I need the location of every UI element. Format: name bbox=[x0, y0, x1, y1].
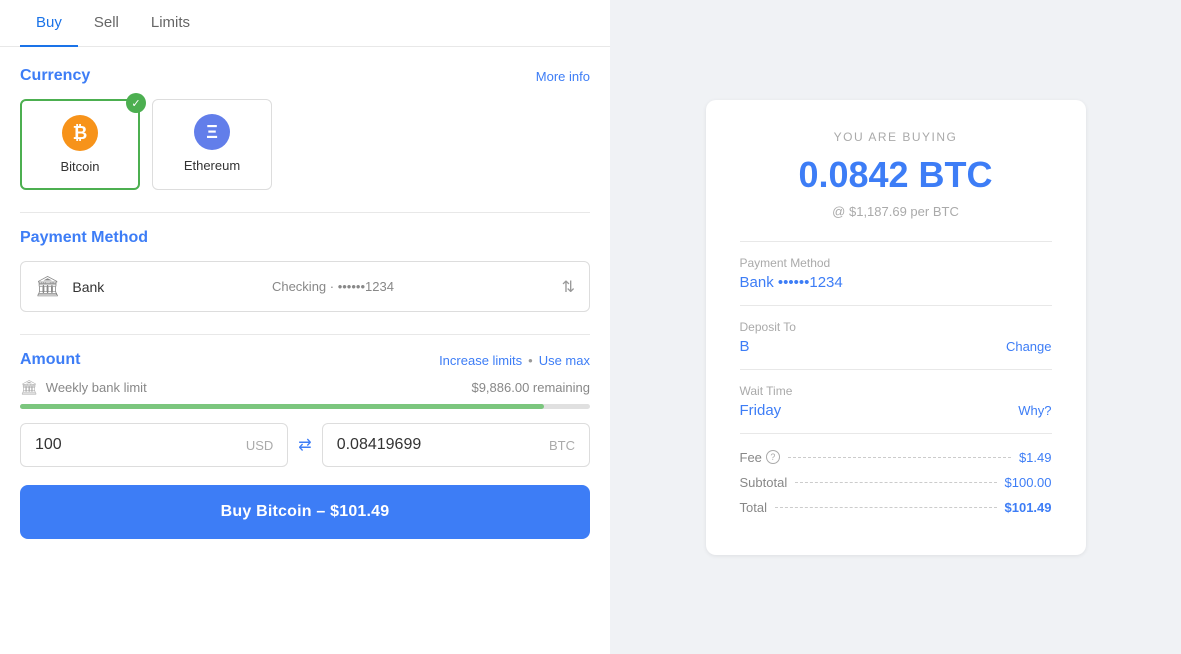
payment-section-header: Payment Method bbox=[20, 229, 590, 247]
btc-currency-label: BTC bbox=[549, 438, 575, 453]
tabs-container: Buy Sell Limits bbox=[0, 0, 610, 47]
left-content: Currency More info ✓ ₿ Bitcoin Ξ Ethereu… bbox=[0, 47, 610, 654]
bank-icon: 🏛 bbox=[35, 274, 60, 299]
wait-time-value: Friday bbox=[740, 402, 782, 419]
limit-left: 🏛 Weekly bank limit bbox=[20, 379, 147, 396]
payment-method-row-value: Bank ••••••1234 bbox=[740, 274, 1052, 291]
fee-row: Fee ? $1.49 bbox=[740, 450, 1052, 465]
tab-buy[interactable]: Buy bbox=[20, 0, 78, 47]
tab-limits[interactable]: Limits bbox=[135, 0, 206, 47]
amount-inputs: USD ⇄ BTC bbox=[20, 423, 590, 467]
currency-card-bitcoin[interactable]: ✓ ₿ Bitcoin bbox=[20, 99, 140, 190]
currency-title: Currency bbox=[20, 67, 90, 85]
subtotal-label: Subtotal bbox=[740, 475, 788, 490]
bitcoin-icon: ₿ bbox=[62, 115, 98, 151]
payment-method-row-label: Payment Method bbox=[740, 256, 1052, 270]
order-card: YOU ARE BUYING 0.0842 BTC @ $1,187.69 pe… bbox=[706, 100, 1086, 555]
amount-section: Amount Increase limits • Use max 🏛 Weekl… bbox=[20, 351, 590, 467]
payment-method-value: Bank ••••••1234 bbox=[740, 274, 843, 291]
wait-time-row-label: Wait Time bbox=[740, 384, 1052, 398]
tab-sell[interactable]: Sell bbox=[78, 0, 135, 47]
weekly-bank-limit-label: Weekly bank limit bbox=[46, 380, 147, 395]
order-divider-1 bbox=[740, 241, 1052, 242]
you-are-buying-label: YOU ARE BUYING bbox=[740, 130, 1052, 144]
ethereum-icon: Ξ bbox=[194, 114, 230, 150]
amount-section-header: Amount Increase limits • Use max bbox=[20, 351, 590, 369]
btc-input-box[interactable]: BTC bbox=[322, 423, 590, 467]
fee-label: Fee ? bbox=[740, 450, 780, 465]
dropdown-arrows-icon: ⇅ bbox=[562, 277, 575, 297]
total-value: $101.49 bbox=[1005, 500, 1052, 515]
use-max-link[interactable]: Use max bbox=[539, 353, 590, 368]
left-panel: Buy Sell Limits Currency More info ✓ ₿ B… bbox=[0, 0, 610, 654]
divider-payment bbox=[20, 334, 590, 335]
order-payment-row: Payment Method Bank ••••••1234 bbox=[740, 256, 1052, 291]
order-divider-2 bbox=[740, 305, 1052, 306]
usd-input[interactable] bbox=[35, 436, 240, 454]
progress-bar bbox=[20, 404, 590, 409]
deposit-to-row-value: B Change bbox=[740, 338, 1052, 355]
currency-cards: ✓ ₿ Bitcoin Ξ Ethereum bbox=[20, 99, 590, 190]
usd-currency-label: USD bbox=[246, 438, 273, 453]
dot-separator: • bbox=[528, 353, 533, 368]
usd-input-box[interactable]: USD bbox=[20, 423, 288, 467]
more-info-link[interactable]: More info bbox=[536, 69, 590, 84]
amount-title: Amount bbox=[20, 351, 80, 369]
total-label: Total bbox=[740, 500, 767, 515]
fee-info-icon[interactable]: ? bbox=[766, 450, 780, 464]
btc-amount-large: 0.0842 BTC bbox=[740, 154, 1052, 196]
change-link[interactable]: Change bbox=[1006, 339, 1052, 354]
deposit-to-row-label: Deposit To bbox=[740, 320, 1052, 334]
right-panel: YOU ARE BUYING 0.0842 BTC @ $1,187.69 pe… bbox=[610, 0, 1181, 654]
currency-card-ethereum[interactable]: Ξ Ethereum bbox=[152, 99, 272, 190]
remaining-label: $9,886.00 remaining bbox=[471, 380, 590, 395]
bank-name-label: Bank bbox=[72, 279, 104, 295]
fee-rows: Fee ? $1.49 Subtotal $100.00 Total $101.… bbox=[740, 450, 1052, 515]
swap-icon[interactable]: ⇄ bbox=[298, 435, 311, 455]
subtotal-value: $100.00 bbox=[1005, 475, 1052, 490]
amount-links: Increase limits • Use max bbox=[439, 353, 590, 368]
payment-left: 🏛 Bank bbox=[35, 274, 104, 299]
limit-row: 🏛 Weekly bank limit $9,886.00 remaining bbox=[20, 379, 590, 396]
increase-limits-link[interactable]: Increase limits bbox=[439, 353, 522, 368]
deposit-to-value: B bbox=[740, 338, 750, 355]
currency-section-header: Currency More info bbox=[20, 67, 590, 85]
order-wait-row: Wait Time Friday Why? bbox=[740, 384, 1052, 419]
payment-method-title: Payment Method bbox=[20, 229, 148, 247]
order-deposit-row: Deposit To B Change bbox=[740, 320, 1052, 355]
progress-fill bbox=[20, 404, 544, 409]
bank-limit-icon: 🏛 bbox=[20, 379, 38, 396]
subtotal-row: Subtotal $100.00 bbox=[740, 475, 1052, 490]
fee-dots-2 bbox=[795, 482, 996, 483]
order-divider-4 bbox=[740, 433, 1052, 434]
bitcoin-label: Bitcoin bbox=[60, 159, 99, 174]
why-link[interactable]: Why? bbox=[1018, 403, 1051, 418]
ethereum-label: Ethereum bbox=[184, 158, 240, 173]
bank-detail-label: Checking · ••••••1234 bbox=[272, 279, 394, 294]
selected-check-icon: ✓ bbox=[126, 93, 146, 113]
fee-dots-1 bbox=[788, 457, 1011, 458]
buy-button[interactable]: Buy Bitcoin – $101.49 bbox=[20, 485, 590, 539]
order-divider-3 bbox=[740, 369, 1052, 370]
fee-value: $1.49 bbox=[1019, 450, 1052, 465]
price-per-btc-label: @ $1,187.69 per BTC bbox=[740, 204, 1052, 219]
fee-dots-3 bbox=[775, 507, 997, 508]
wait-time-row-value: Friday Why? bbox=[740, 402, 1052, 419]
btc-input[interactable] bbox=[337, 436, 543, 454]
divider-currency bbox=[20, 212, 590, 213]
total-row: Total $101.49 bbox=[740, 500, 1052, 515]
payment-method-select[interactable]: 🏛 Bank Checking · ••••••1234 ⇅ bbox=[20, 261, 590, 312]
